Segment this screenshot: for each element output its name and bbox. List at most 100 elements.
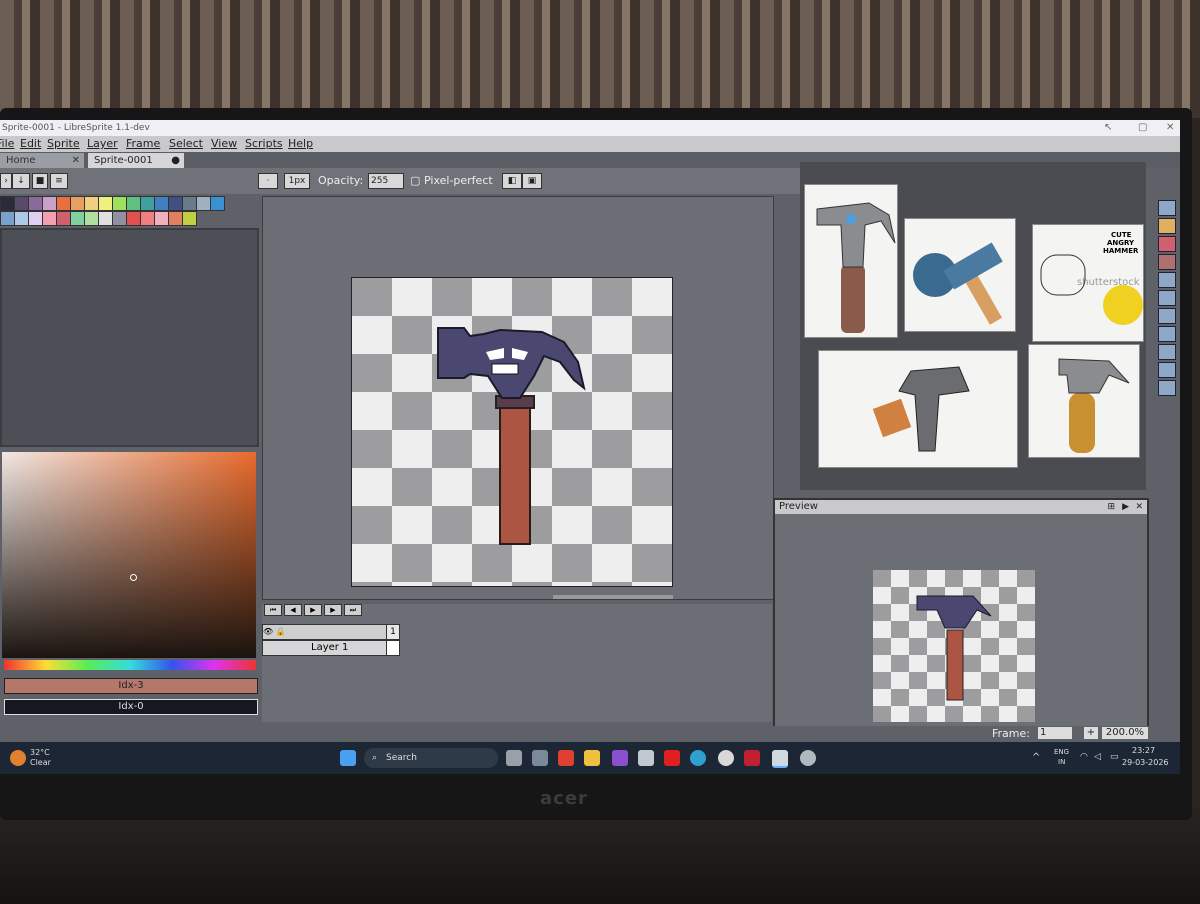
palette-swatch[interactable] (56, 196, 71, 211)
wifi-icon[interactable]: ◠ (1080, 752, 1088, 762)
palette-swatch[interactable] (196, 196, 211, 211)
tray-chevron-icon[interactable]: ^ (1032, 752, 1040, 763)
menu-sprite[interactable]: Sprite (47, 136, 80, 152)
palette-swatch[interactable] (210, 196, 225, 211)
palette-swatch[interactable] (42, 196, 57, 211)
blur-tool-icon[interactable] (1158, 380, 1176, 396)
close-icon[interactable]: ✕ (72, 153, 80, 168)
libresprite-icon[interactable] (772, 750, 788, 768)
pencil-tool-icon[interactable] (1158, 218, 1176, 234)
tab-sprite[interactable]: Sprite-0001 ● (88, 153, 184, 168)
sprite-canvas[interactable] (351, 277, 673, 587)
store-icon[interactable] (532, 750, 548, 766)
palette-swatch[interactable] (182, 211, 197, 226)
palette-swatch[interactable] (0, 196, 15, 211)
cel[interactable] (386, 640, 400, 656)
menu-view[interactable]: View (211, 136, 237, 152)
battery-icon[interactable]: ▭ (1110, 752, 1119, 762)
menu-help[interactable]: Help (288, 136, 313, 152)
maximize-icon[interactable]: ▢ (1138, 120, 1147, 136)
settings-icon[interactable] (638, 750, 654, 766)
app-icon[interactable] (744, 750, 760, 766)
palette-swatch[interactable] (70, 211, 85, 226)
weather-icon[interactable] (10, 750, 26, 766)
gear-icon[interactable] (800, 750, 816, 766)
palette-swatch[interactable] (126, 196, 141, 211)
lang-bottom[interactable]: IN (1058, 758, 1065, 766)
rectangle-tool-icon[interactable] (1158, 344, 1176, 360)
prev-frame-icon[interactable]: ◀ (284, 604, 302, 616)
palette-swatch[interactable] (140, 211, 155, 226)
layer-row[interactable]: Layer 1 (262, 640, 388, 656)
palette-swatch[interactable] (154, 196, 169, 211)
palette-swatch[interactable] (28, 211, 43, 226)
contour-tool-icon[interactable] (1158, 362, 1176, 378)
palette-swatch[interactable] (56, 211, 71, 226)
brush-size-input[interactable]: 1px (284, 173, 310, 189)
lang-top[interactable]: ENG (1054, 748, 1069, 756)
play-icon[interactable]: ▶ (1122, 500, 1129, 514)
first-frame-icon[interactable]: ⏮ (264, 604, 282, 616)
palette-swatch[interactable] (0, 211, 15, 226)
menu-layer[interactable]: Layer (87, 136, 118, 152)
palette-swatch[interactable] (126, 211, 141, 226)
menu-scripts[interactable]: Scripts (245, 136, 283, 152)
file-explorer-icon[interactable] (584, 750, 600, 766)
clock-time[interactable]: 23:27 (1132, 746, 1155, 755)
add-frame-button[interactable]: + (1084, 727, 1098, 739)
zoom-tool-icon[interactable] (1158, 272, 1176, 288)
modified-dot-icon[interactable]: ● (171, 153, 180, 168)
marquee-tool-icon[interactable] (1158, 200, 1176, 216)
palette-swatch[interactable] (28, 196, 43, 211)
picker-cursor[interactable] (130, 574, 137, 581)
canvas-area[interactable] (262, 196, 774, 600)
grid-icon[interactable]: ⊞ (1107, 500, 1115, 514)
task-view-icon[interactable] (506, 750, 522, 766)
hue-slider[interactable] (4, 660, 256, 670)
horizontal-scrollbar[interactable] (553, 595, 673, 599)
last-frame-icon[interactable]: ⏭ (344, 604, 362, 616)
pixel-perfect-checkbox[interactable]: ▢ (410, 174, 420, 188)
frame-input[interactable]: 1 (1038, 727, 1072, 739)
eraser-tool-icon[interactable] (1158, 236, 1176, 252)
brush-type-button[interactable]: · (258, 173, 278, 189)
lock-icon[interactable]: 🔒 (276, 627, 286, 636)
line-tool-icon[interactable] (1158, 326, 1176, 342)
next-frame-icon[interactable]: ▶ (324, 604, 342, 616)
visual-studio-icon[interactable] (612, 750, 628, 766)
color-picker-spectrum[interactable] (2, 452, 256, 658)
play-icon[interactable]: ▶ (304, 604, 322, 616)
ink-icon[interactable]: ▣ (522, 173, 542, 189)
close-icon[interactable]: ✕ (1166, 120, 1174, 136)
palette-swatch[interactable] (168, 196, 183, 211)
nav-back-icon[interactable]: › (0, 173, 12, 189)
palette-swatch[interactable] (98, 196, 113, 211)
foreground-color-button[interactable]: Idx-3 (4, 678, 258, 694)
menu-select[interactable]: Select (169, 136, 203, 152)
menu-frame[interactable]: Frame (126, 136, 160, 152)
tab-home[interactable]: Home ✕ (0, 153, 84, 168)
palette-swatch[interactable] (14, 196, 29, 211)
menu-edit[interactable]: Edit (20, 136, 41, 152)
palette-swatch[interactable] (42, 211, 57, 226)
clock-date[interactable]: 29-03-2026 (1122, 758, 1169, 767)
palette-swatch[interactable] (154, 211, 169, 226)
palette-swatch[interactable] (112, 196, 127, 211)
palette-swatch[interactable] (182, 196, 197, 211)
stop-icon[interactable]: ■ (32, 173, 48, 189)
menu-icon[interactable]: ≡ (50, 173, 68, 189)
menu-file[interactable]: File (0, 136, 14, 152)
eyedropper-tool-icon[interactable] (1158, 254, 1176, 270)
frame-header[interactable]: 1 (386, 624, 400, 640)
arrow-down-icon[interactable]: ↓ (12, 173, 30, 189)
palette-swatch[interactable] (98, 211, 113, 226)
close-icon[interactable]: ✕ (1135, 500, 1143, 514)
palette-swatch[interactable] (168, 211, 183, 226)
opacity-input[interactable]: 255 (368, 173, 404, 189)
palette-swatch[interactable] (140, 196, 155, 211)
youtube-icon[interactable] (664, 750, 680, 766)
taskbar-search[interactable]: ⌕ Search (364, 748, 498, 768)
palette-swatch[interactable] (70, 196, 85, 211)
chrome-icon[interactable] (718, 750, 734, 766)
eye-icon[interactable]: 👁 (263, 627, 273, 636)
